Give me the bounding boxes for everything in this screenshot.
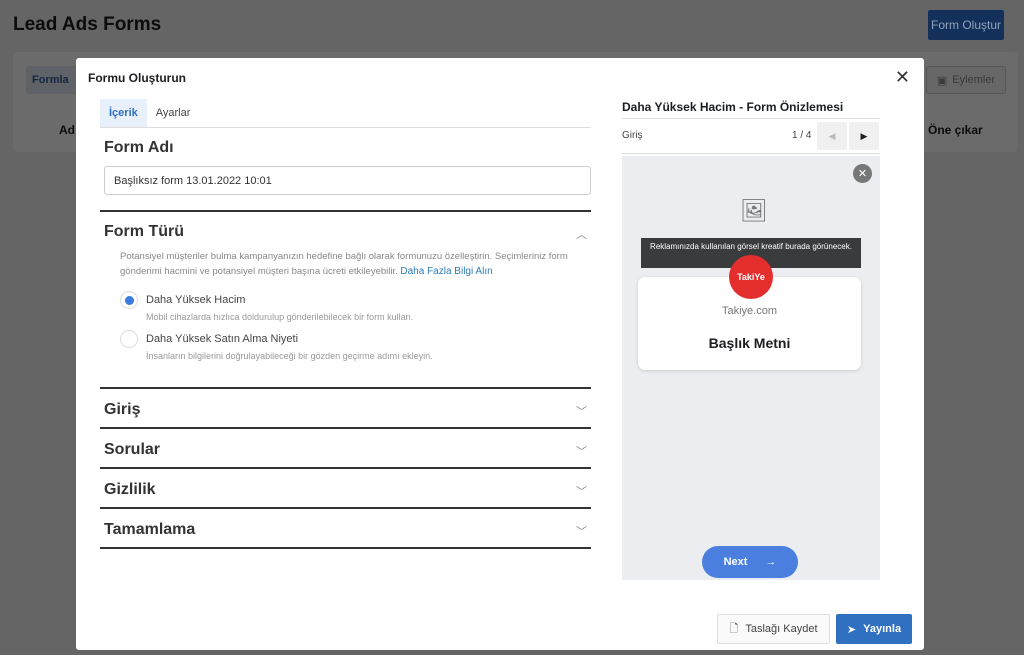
learn-more-link[interactable]: Daha Fazla Bilgi Alın	[400, 266, 492, 277]
arrow-right-icon: →	[765, 556, 777, 568]
headline: Başlık Metni	[708, 335, 791, 351]
prev-page-button[interactable]: ◀	[817, 122, 847, 150]
form-type-description: Potansiyel müşteriler bulma kampanyanızı…	[120, 251, 568, 277]
option-label[interactable]: Daha Yüksek Satın Alma Niyeti	[146, 333, 298, 345]
column-header: Öne çıkar	[928, 123, 983, 137]
radio-higher-intent[interactable]	[120, 330, 138, 348]
preview-page-count: 1 / 4	[792, 130, 812, 141]
file-icon: 🗋	[729, 622, 739, 635]
divider	[100, 467, 591, 469]
section-privacy[interactable]: Gizlilik	[104, 481, 156, 499]
chevron-down-icon[interactable]: ﹀	[576, 483, 587, 499]
tabs: İçerik Ayarlar	[100, 99, 591, 128]
site-name: Takiye.com	[721, 305, 778, 317]
divider	[100, 427, 591, 429]
option-label[interactable]: Daha Yüksek Hacim	[146, 294, 245, 306]
divider	[100, 387, 591, 389]
actions-button[interactable]: ▣ Eylemler	[926, 66, 1006, 94]
preview-title: Daha Yüksek Hacim - Form Önizlemesi	[622, 100, 844, 114]
option-description: Mobil cihazlarda hızlıca doldurulup gönd…	[146, 312, 414, 322]
option-description: İnsanların bilgilerini doğrulayabileceği…	[146, 351, 433, 361]
modal-title: Formu Oluşturun	[88, 71, 186, 85]
image-icon: 🖼	[740, 198, 768, 223]
divider	[100, 210, 591, 212]
divider	[100, 547, 591, 549]
tab-settings[interactable]: Ayarlar	[147, 99, 200, 127]
divider	[622, 118, 880, 119]
chevron-down-icon[interactable]: ﹀	[576, 403, 587, 419]
chevron-up-icon[interactable]: ︿	[576, 226, 587, 242]
archive-icon: ▣	[936, 74, 948, 87]
form-name-input[interactable]: Başlıksız form 13.01.2022 10:01	[104, 166, 591, 195]
create-form-modal: Formu Oluşturun ✕ İçerik Ayarlar Form Ad…	[76, 58, 924, 650]
form-preview: ✕ 🖼 Reklamınızda kullanılan görsel kreat…	[622, 156, 880, 580]
publish-button[interactable]: ➤ Yayınla	[836, 614, 912, 644]
section-intro[interactable]: Giriş	[104, 401, 140, 419]
column-header: Ad	[59, 123, 75, 137]
divider	[100, 507, 591, 509]
brand-logo: TakiYe	[729, 255, 773, 299]
next-page-button[interactable]: ▶	[849, 122, 879, 150]
chevron-down-icon[interactable]: ﹀	[576, 443, 587, 459]
next-button[interactable]: Next →	[702, 546, 798, 578]
section-completion[interactable]: Tamamlama	[104, 521, 195, 539]
section-questions[interactable]: Sorular	[104, 441, 160, 459]
create-form-button[interactable]: Form Oluştur	[928, 10, 1004, 40]
page-title: Lead Ads Forms	[13, 14, 162, 35]
close-icon[interactable]: ✕	[895, 67, 910, 88]
chevron-down-icon[interactable]: ﹀	[576, 523, 587, 539]
save-draft-button[interactable]: 🗋 Taslağı Kaydet	[717, 614, 830, 644]
form-type-header[interactable]: Form Türü	[104, 223, 184, 241]
divider	[622, 153, 880, 154]
send-icon: ➤	[846, 623, 857, 636]
radio-higher-volume[interactable]	[120, 291, 138, 309]
close-icon: ✕	[853, 164, 872, 183]
tab-content[interactable]: İçerik	[100, 99, 147, 127]
form-name-label: Form Adı	[104, 139, 174, 156]
preview-step: Giriş	[622, 130, 643, 141]
